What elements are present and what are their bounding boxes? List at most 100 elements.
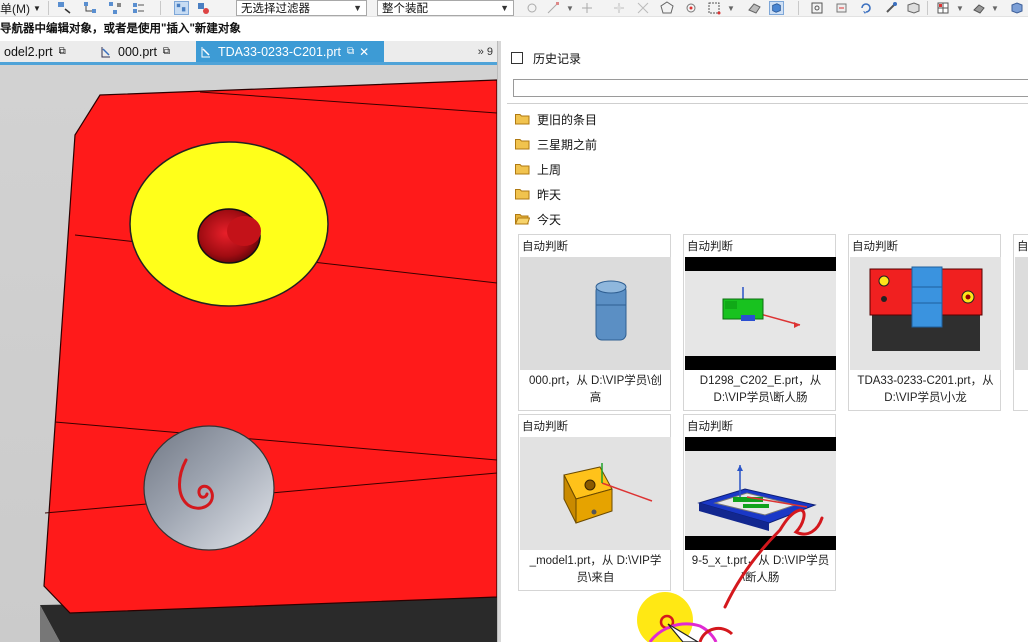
popout-icon[interactable]: ⧉ bbox=[59, 46, 66, 57]
selection-scope-dropdown[interactable]: 整个装配 ▼ bbox=[377, 0, 514, 16]
card-caption-line2: D:\VIP学员\小龙 bbox=[884, 392, 967, 404]
card-caption: _model1.prt，从 D:\VIP学 员\来自 bbox=[520, 553, 671, 587]
toolbar-divider bbox=[798, 1, 799, 15]
filter-active-icon[interactable] bbox=[174, 1, 189, 15]
card-caption-line2: D:\VIP学员\断人肠 bbox=[713, 392, 808, 404]
card-caption: 000.prt，从 D:\VIP学员\创高 bbox=[520, 373, 671, 407]
tab-label: TDA33-0233-C201.prt bbox=[218, 44, 341, 59]
fit-view-icon[interactable] bbox=[810, 1, 825, 15]
tab-overflow-label: » 9 bbox=[477, 45, 493, 58]
card-caption: TDA33-0233-C201.prt，从 D:\VIP学员\小龙 bbox=[850, 373, 1001, 407]
part-thumbnail bbox=[1015, 257, 1028, 370]
history-folder-label: 更旧的条目 bbox=[537, 112, 598, 127]
menu-button[interactable]: 单(M) ▼ bbox=[0, 0, 41, 17]
history-folder-item[interactable]: 上周 bbox=[515, 160, 561, 178]
toolbar-divider bbox=[160, 1, 161, 15]
box-select-icon[interactable] bbox=[707, 1, 722, 15]
card-caption-line1: _model1.prt，从 D:\VIP学 bbox=[529, 555, 662, 567]
layer-grid-icon[interactable] bbox=[936, 1, 951, 15]
history-card[interactable]: 自动判断 000.prt，从 D:\VIP学员\创高 bbox=[518, 234, 671, 411]
popout-icon[interactable]: ⧉ bbox=[347, 46, 354, 57]
select-tree-icon[interactable] bbox=[83, 1, 98, 15]
part-thumbnail bbox=[520, 437, 671, 550]
selection-filter-dropdown[interactable]: 无选择过滤器 ▼ bbox=[236, 0, 367, 16]
chevron-down-icon: ▼ bbox=[33, 4, 41, 13]
card-type-label: 自动判断 bbox=[1017, 241, 1028, 253]
history-card[interactable]: 自动判断 9-5_x_t.prt，从 D:\VIP学员 \断人肠 bbox=[683, 414, 836, 591]
card-caption: D1298_C202_E.prt，从 D:\VIP学员\断人肠 bbox=[685, 373, 836, 407]
chevron-down-icon[interactable]: ▼ bbox=[566, 0, 574, 17]
history-card[interactable]: 自动判断 9- bbox=[1013, 234, 1028, 411]
card-caption-line1: 000.prt，从 D:\VIP学员\创 bbox=[529, 375, 662, 387]
zoom-icon[interactable] bbox=[835, 1, 850, 15]
history-card[interactable]: 自动判断 _model1.prt，从 D:\VIP学 员\来自 bbox=[518, 414, 671, 591]
part-file-icon bbox=[201, 46, 210, 57]
tab-label: odel2.prt bbox=[4, 44, 53, 59]
graphics-viewport[interactable] bbox=[0, 65, 497, 642]
filter-part-icon[interactable] bbox=[196, 1, 211, 15]
card-caption: 9- bbox=[1015, 373, 1028, 390]
select-object-icon[interactable] bbox=[57, 1, 72, 15]
menu-label: 单(M) bbox=[0, 2, 30, 16]
tab-000[interactable]: 000.prt ⧉ bbox=[96, 41, 188, 62]
history-folder-item[interactable]: 更旧的条目 bbox=[515, 110, 597, 128]
chevron-down-icon[interactable]: ▼ bbox=[991, 0, 999, 17]
snap-control-icon[interactable] bbox=[612, 1, 627, 15]
history-folder-label: 今天 bbox=[537, 212, 562, 227]
history-search-input[interactable] bbox=[513, 79, 1028, 97]
tab-overflow-button[interactable]: » 9 bbox=[478, 41, 493, 62]
selection-filter-value: 无选择过滤器 bbox=[241, 3, 310, 15]
close-icon[interactable]: ✕ bbox=[359, 45, 369, 59]
display-mode-icon[interactable] bbox=[972, 1, 987, 15]
card-caption: 9-5_x_t.prt，从 D:\VIP学员 \断人肠 bbox=[685, 553, 836, 587]
tab-tda33-0233-c201[interactable]: TDA33-0233-C201.prt ⧉ ✕ bbox=[196, 41, 384, 62]
card-caption-line1: 9-5_x_t.prt，从 D:\VIP学员 bbox=[691, 555, 830, 567]
snap-midpoint-icon[interactable] bbox=[580, 1, 595, 15]
folder-icon bbox=[515, 139, 530, 150]
card-caption-line1: D1298_C202_E.prt，从 bbox=[699, 375, 822, 387]
history-card[interactable]: 自动判断 TDA33-0233-C201.prt，从 D:\VIP学员\小龙 bbox=[848, 234, 1001, 411]
card-caption-line2: 高 bbox=[589, 392, 602, 404]
part-thumbnail bbox=[850, 257, 1001, 370]
snap-quadrant-icon[interactable] bbox=[684, 1, 699, 15]
folder-icon bbox=[515, 189, 530, 200]
snap-endpoint-icon[interactable] bbox=[546, 1, 561, 15]
card-type-label: 自动判断 bbox=[522, 421, 568, 433]
shaded-cube-icon[interactable] bbox=[769, 1, 784, 15]
select-assembly-icon[interactable] bbox=[108, 1, 123, 15]
document-tab-bar: odel2.prt ⧉ 000.prt ⧉ TDA33-0233-C201.pr… bbox=[0, 41, 497, 65]
tab-model2[interactable]: odel2.prt ⧉ bbox=[0, 41, 90, 62]
part-thumbnail bbox=[520, 257, 671, 370]
history-folder-item[interactable]: 今天 bbox=[515, 210, 561, 228]
folder-open-icon bbox=[515, 214, 530, 225]
part-file-icon bbox=[101, 46, 110, 57]
snap-center-icon[interactable] bbox=[660, 1, 675, 15]
history-folder-label: 上周 bbox=[537, 162, 562, 177]
chevron-down-icon: ▼ bbox=[353, 3, 362, 13]
selection-scope-value: 整个装配 bbox=[382, 3, 428, 15]
chevron-down-icon: ▼ bbox=[500, 3, 509, 13]
toolbar-divider bbox=[927, 1, 928, 15]
part-thumbnail bbox=[685, 437, 836, 550]
history-folder-item[interactable]: 三星期之前 bbox=[515, 135, 597, 153]
history-panel: 历史记录 更旧的条目 三星期之前 上周 昨天 今天 自动判断 000.prt，从 D:\V… bbox=[501, 41, 1028, 642]
part-cube-icon[interactable] bbox=[1009, 1, 1024, 15]
rotate-icon[interactable] bbox=[859, 1, 874, 15]
part-model-render bbox=[40, 79, 497, 642]
render-style-icon[interactable] bbox=[747, 1, 762, 15]
pan-icon[interactable] bbox=[884, 1, 899, 15]
chevron-down-icon[interactable]: ▼ bbox=[956, 0, 964, 17]
card-type-label: 自动判断 bbox=[687, 421, 733, 433]
history-folder-label: 三星期之前 bbox=[537, 137, 598, 152]
chevron-down-icon[interactable]: ▼ bbox=[727, 0, 735, 17]
select-feature-icon[interactable] bbox=[131, 1, 146, 15]
pin-checkbox[interactable] bbox=[511, 52, 523, 64]
snap-intersect-icon[interactable] bbox=[636, 1, 651, 15]
history-title: 历史记录 bbox=[533, 51, 582, 66]
history-card[interactable]: 自动判断 D1298_C202_E.prt，从 D:\VIP学员\断人肠 bbox=[683, 234, 836, 411]
view-orient-icon[interactable] bbox=[906, 1, 921, 15]
status-hint-text: 导航器中编辑对象，或者是使用"插入"新建对象 bbox=[0, 18, 500, 41]
history-folder-item[interactable]: 昨天 bbox=[515, 185, 561, 203]
popout-icon[interactable]: ⧉ bbox=[163, 46, 170, 57]
snap-general-icon[interactable] bbox=[525, 1, 540, 15]
